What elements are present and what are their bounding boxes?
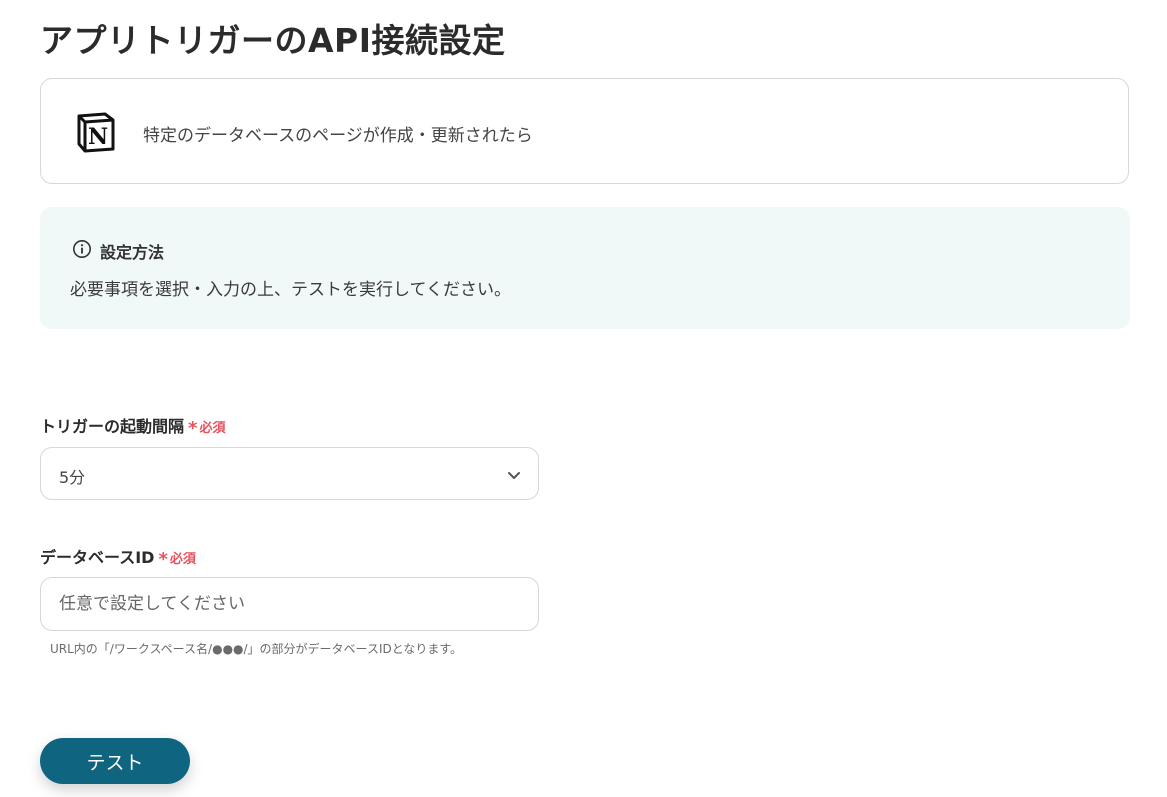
test-button[interactable]: テスト [40,738,190,784]
required-star: * [188,418,198,439]
database-id-label-text: データベースID [40,548,155,567]
interval-label-text: トリガーの起動間隔 [40,417,185,436]
required-text: 必須 [199,421,226,436]
api-settings-page: アプリトリガーのAPI接続設定 N 特定のデータベースのページが作成・更新された… [0,0,1167,797]
svg-text:N: N [88,124,108,150]
interval-select-value: 5分 [59,468,86,487]
page-title: アプリトリガーのAPI接続設定 [40,21,506,60]
info-description: 必要事項を選択・入力の上、テストを実行してください。 [70,280,511,300]
database-id-hint: URL内の「/ワークスペース名/●●●/」の部分がデータベースIDとなります。 [50,642,463,656]
interval-select[interactable]: 5分 [40,447,539,500]
database-id-input[interactable] [40,577,539,631]
notion-logo-icon: N [77,112,115,153]
required-text: 必須 [169,552,196,567]
chevron-down-icon [508,472,520,479]
info-box: 設定方法 必要事項を選択・入力の上、テストを実行してください。 [40,207,1130,329]
info-title: 設定方法 [100,243,165,262]
database-id-label: データベースID * 必須 [40,544,196,570]
required-badge: * 必須 [158,549,196,570]
required-badge: * 必須 [188,418,226,439]
interval-label: トリガーの起動間隔 * 必須 [40,413,226,439]
trigger-card: N 特定のデータベースのページが作成・更新されたら [40,78,1129,184]
required-star: * [158,549,168,570]
info-icon [73,240,91,258]
trigger-description: 特定のデータベースのページが作成・更新されたら [143,126,533,146]
